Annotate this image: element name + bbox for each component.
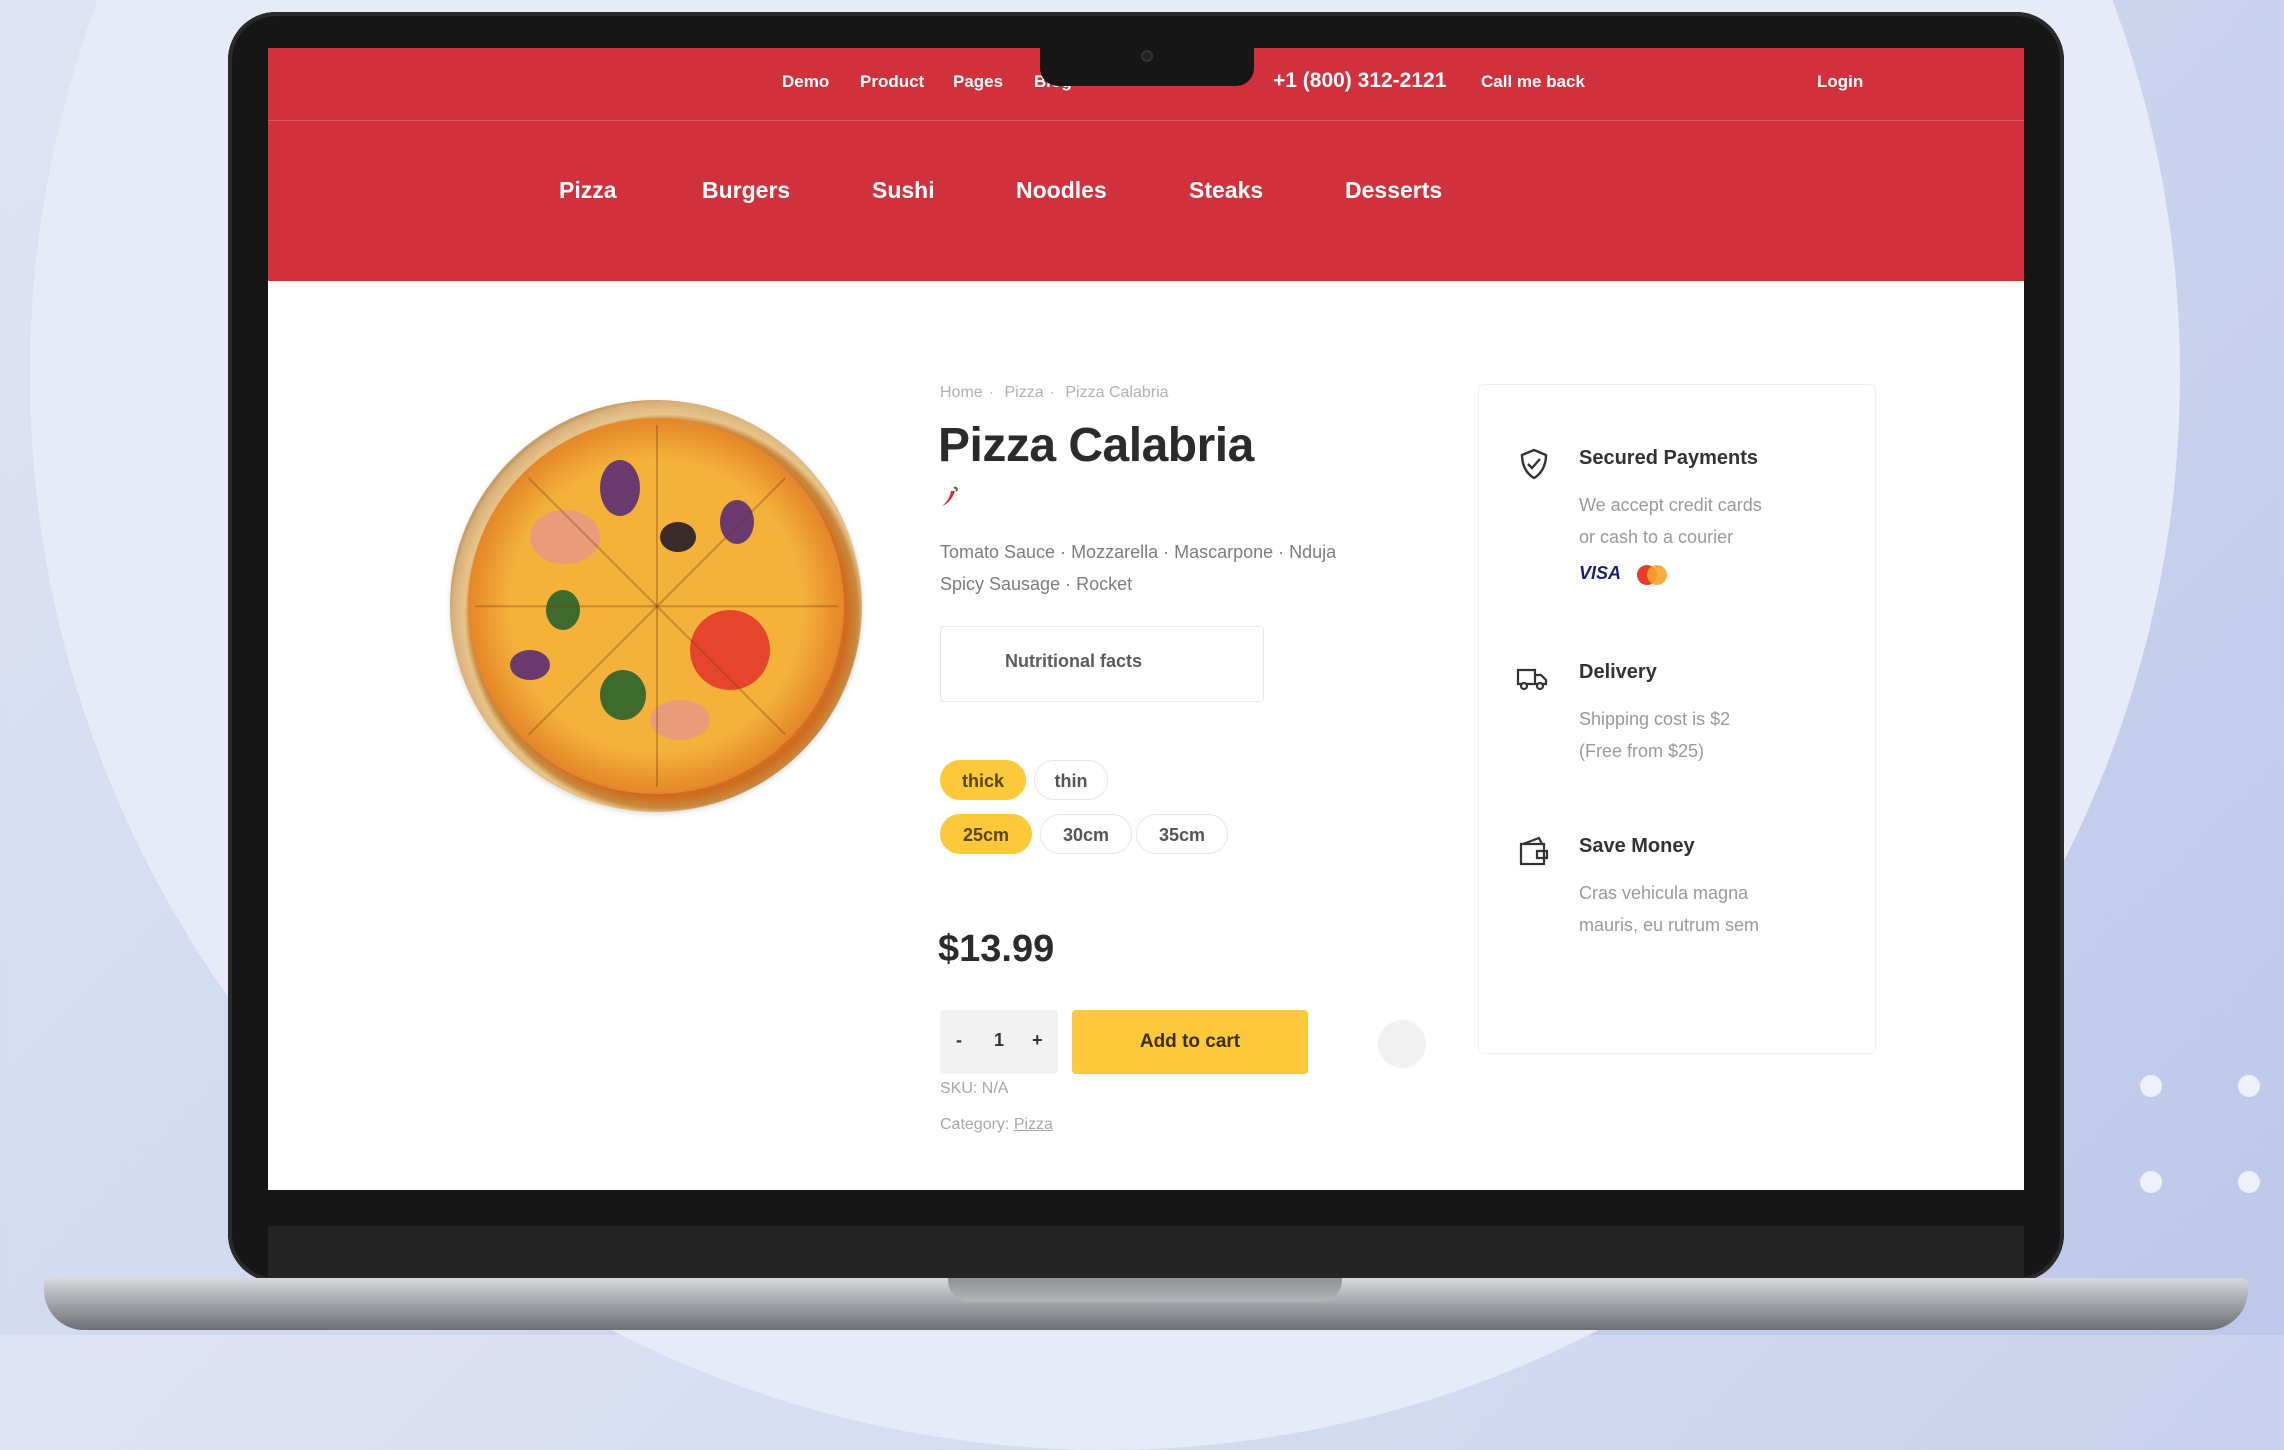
feature-text-line: We accept credit cards <box>1579 495 1762 515</box>
feature-title-payments: Secured Payments <box>1579 447 1758 469</box>
topping <box>510 650 550 680</box>
breadcrumb-separator: · <box>1049 384 1055 401</box>
wishlist-button[interactable] <box>1378 1020 1426 1068</box>
feature-text-payments: We accept credit cards or cash to a cour… <box>1579 489 1809 553</box>
nav-link-pages[interactable]: Pages <box>953 72 1003 92</box>
feature-text-line: Shipping cost is $2 <box>1579 709 1731 729</box>
nav-link-demo[interactable]: Demo <box>782 72 829 92</box>
product-sku: SKU: N/A <box>940 1080 1009 1097</box>
product-title: Pizza Calabria <box>938 419 1254 472</box>
feature-text-line: (Free from $25) <box>1579 741 1705 761</box>
category-burgers[interactable]: Burgers <box>702 177 790 204</box>
topping <box>600 460 640 516</box>
call-me-back-link[interactable]: Call me back <box>1481 72 1585 92</box>
feature-title-delivery: Delivery <box>1579 661 1657 683</box>
shield-check-icon <box>1520 448 1548 480</box>
ingredients-line: Tomato Sauce · Mozzarella · Mascarpone ·… <box>940 542 1337 562</box>
breadcrumb-home[interactable]: Home <box>940 384 983 401</box>
product-image[interactable] <box>450 400 862 812</box>
category-desserts[interactable]: Desserts <box>1345 177 1442 204</box>
category-link[interactable]: Pizza <box>1014 1116 1053 1133</box>
chili-pepper-icon <box>942 486 958 506</box>
crust-option-thin[interactable]: thin <box>1034 760 1108 800</box>
laptop-hinge <box>948 1278 1342 1302</box>
category-steaks[interactable]: Steaks <box>1189 177 1263 204</box>
laptop-bezel <box>268 1226 2024 1278</box>
quantity-stepper: - 1 + <box>940 1010 1058 1074</box>
category-pizza[interactable]: Pizza <box>559 177 617 204</box>
login-link[interactable]: Login <box>1817 72 1863 92</box>
phone-number[interactable]: +1 (800) 312-2121 <box>1273 69 1446 93</box>
size-option-30cm[interactable]: 30cm <box>1040 814 1132 854</box>
browser-screen: Demo Product Pages Blog +1 (800) 312-212… <box>268 48 2024 1190</box>
feature-text-delivery: Shipping cost is $2 (Free from $25) <box>1579 703 1809 767</box>
category-label: Category: <box>940 1116 1010 1133</box>
feature-text-save-money: Cras vehicula magna mauris, eu rutrum se… <box>1579 877 1809 941</box>
visa-logo: VISA <box>1579 563 1622 583</box>
ingredients-line: Spicy Sausage · Rocket <box>940 574 1133 594</box>
crust-option-thick[interactable]: thick <box>940 760 1026 800</box>
feature-text-line: or cash to a courier <box>1579 527 1734 547</box>
features-card: Secured Payments We accept credit cards … <box>1478 384 1876 1054</box>
topping <box>546 590 580 630</box>
product-price: $13.99 <box>938 928 1055 970</box>
nav-link-product[interactable]: Product <box>860 72 924 92</box>
quantity-value[interactable]: 1 <box>994 1030 1004 1051</box>
topping <box>650 700 710 740</box>
category-sushi[interactable]: Sushi <box>872 177 935 204</box>
wallet-icon <box>1519 836 1549 866</box>
feature-title-save-money: Save Money <box>1579 835 1695 857</box>
size-option-35cm[interactable]: 35cm <box>1136 814 1228 854</box>
add-to-cart-button[interactable]: Add to cart <box>1072 1010 1308 1074</box>
breadcrumb-current: Pizza Calabria <box>1065 384 1169 401</box>
delivery-truck-icon <box>1516 668 1548 691</box>
camera-icon <box>1141 50 1153 62</box>
category-nav: Pizza Burgers Sushi Noodles Steaks Desse… <box>268 121 2024 281</box>
quantity-decrease-button[interactable]: - <box>956 1030 962 1051</box>
topping <box>600 670 646 720</box>
feature-text-line: Cras vehicula magna <box>1579 883 1749 903</box>
category-noodles[interactable]: Noodles <box>1016 177 1107 204</box>
mastercard-icon <box>1637 565 1667 585</box>
topping <box>660 522 696 552</box>
camera-notch <box>1040 40 1254 86</box>
product-category: Category: Pizza <box>940 1116 1053 1134</box>
nutritional-facts-button[interactable]: Nutritional facts <box>940 626 1264 702</box>
size-option-25cm[interactable]: 25cm <box>940 814 1032 854</box>
feature-text-line: mauris, eu rutrum sem <box>1579 915 1760 935</box>
breadcrumb-separator: · <box>988 384 995 401</box>
breadcrumb: Home · Pizza · Pizza Calabria <box>940 384 1175 402</box>
breadcrumb-pizza[interactable]: Pizza <box>1004 384 1043 401</box>
quantity-increase-button[interactable]: + <box>1032 1030 1043 1051</box>
decorative-dots <box>2130 1075 2270 1195</box>
ingredients: Tomato Sauce · Mozzarella · Mascarpone ·… <box>940 536 1400 600</box>
